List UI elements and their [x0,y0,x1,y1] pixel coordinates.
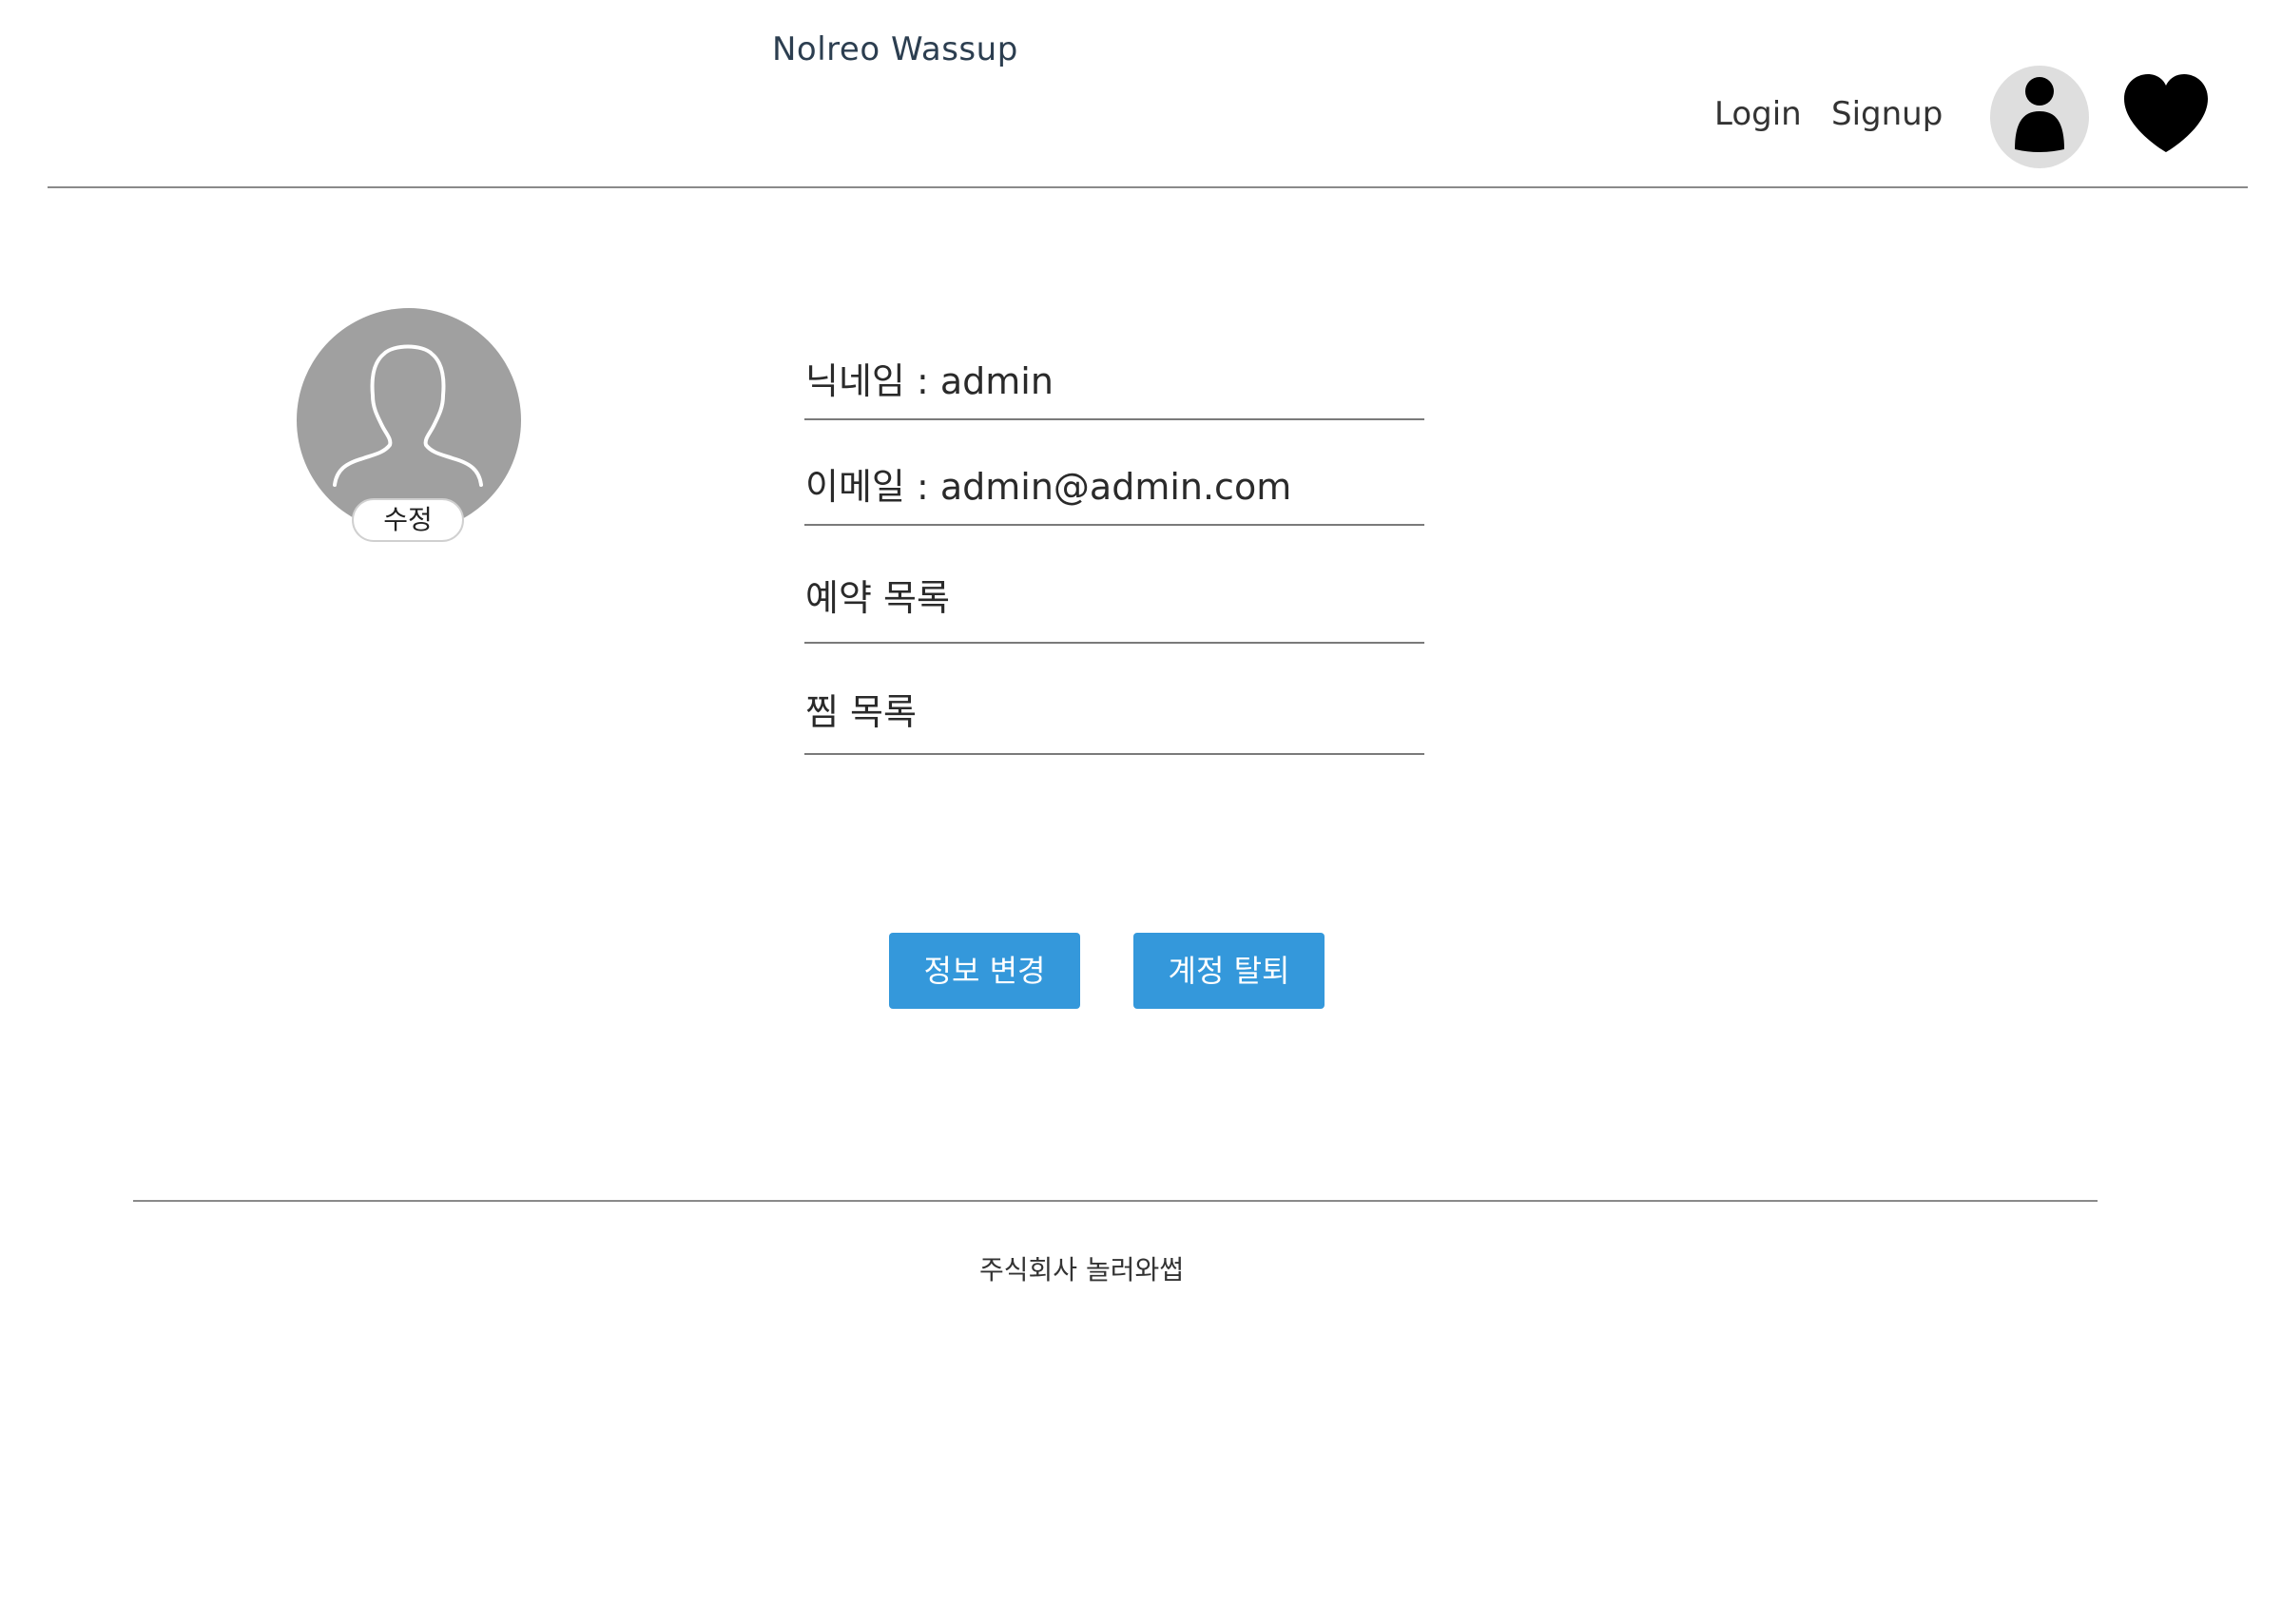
email-field: 이메일 : admin@admin.com [805,466,1292,508]
brand-title[interactable]: Nolreo Wassup [772,30,1018,68]
signup-link[interactable]: Signup [1831,95,1943,133]
mypage: Nolreo Wassup Login Signup 수정 닉네임 : admi… [0,0,2282,1624]
login-link[interactable]: Login [1714,95,1802,133]
user-menu-button[interactable] [1990,66,2089,168]
footer-company: 주식회사 놀러와썹 [979,1254,1184,1286]
nickname-field: 닉네임 : admin [805,360,1054,402]
edit-info-button[interactable]: 정보 변경 [889,933,1080,1009]
delete-account-button[interactable]: 계정 탈퇴 [1133,933,1325,1009]
wishlist-button[interactable] [2120,72,2212,158]
wishlist-link[interactable]: 찜 목록 [805,683,1423,735]
reservation-list-link[interactable]: 예약 목록 [805,569,1423,621]
nickname-divider [804,418,1424,420]
reservation-divider [804,642,1424,644]
user-icon [2015,77,2064,152]
header-divider [48,186,2248,188]
heart-icon [2124,74,2208,152]
email-divider [804,524,1424,526]
footer-divider [133,1200,2098,1202]
wishlist-divider [804,753,1424,755]
edit-avatar-button[interactable]: 수정 [352,498,464,542]
